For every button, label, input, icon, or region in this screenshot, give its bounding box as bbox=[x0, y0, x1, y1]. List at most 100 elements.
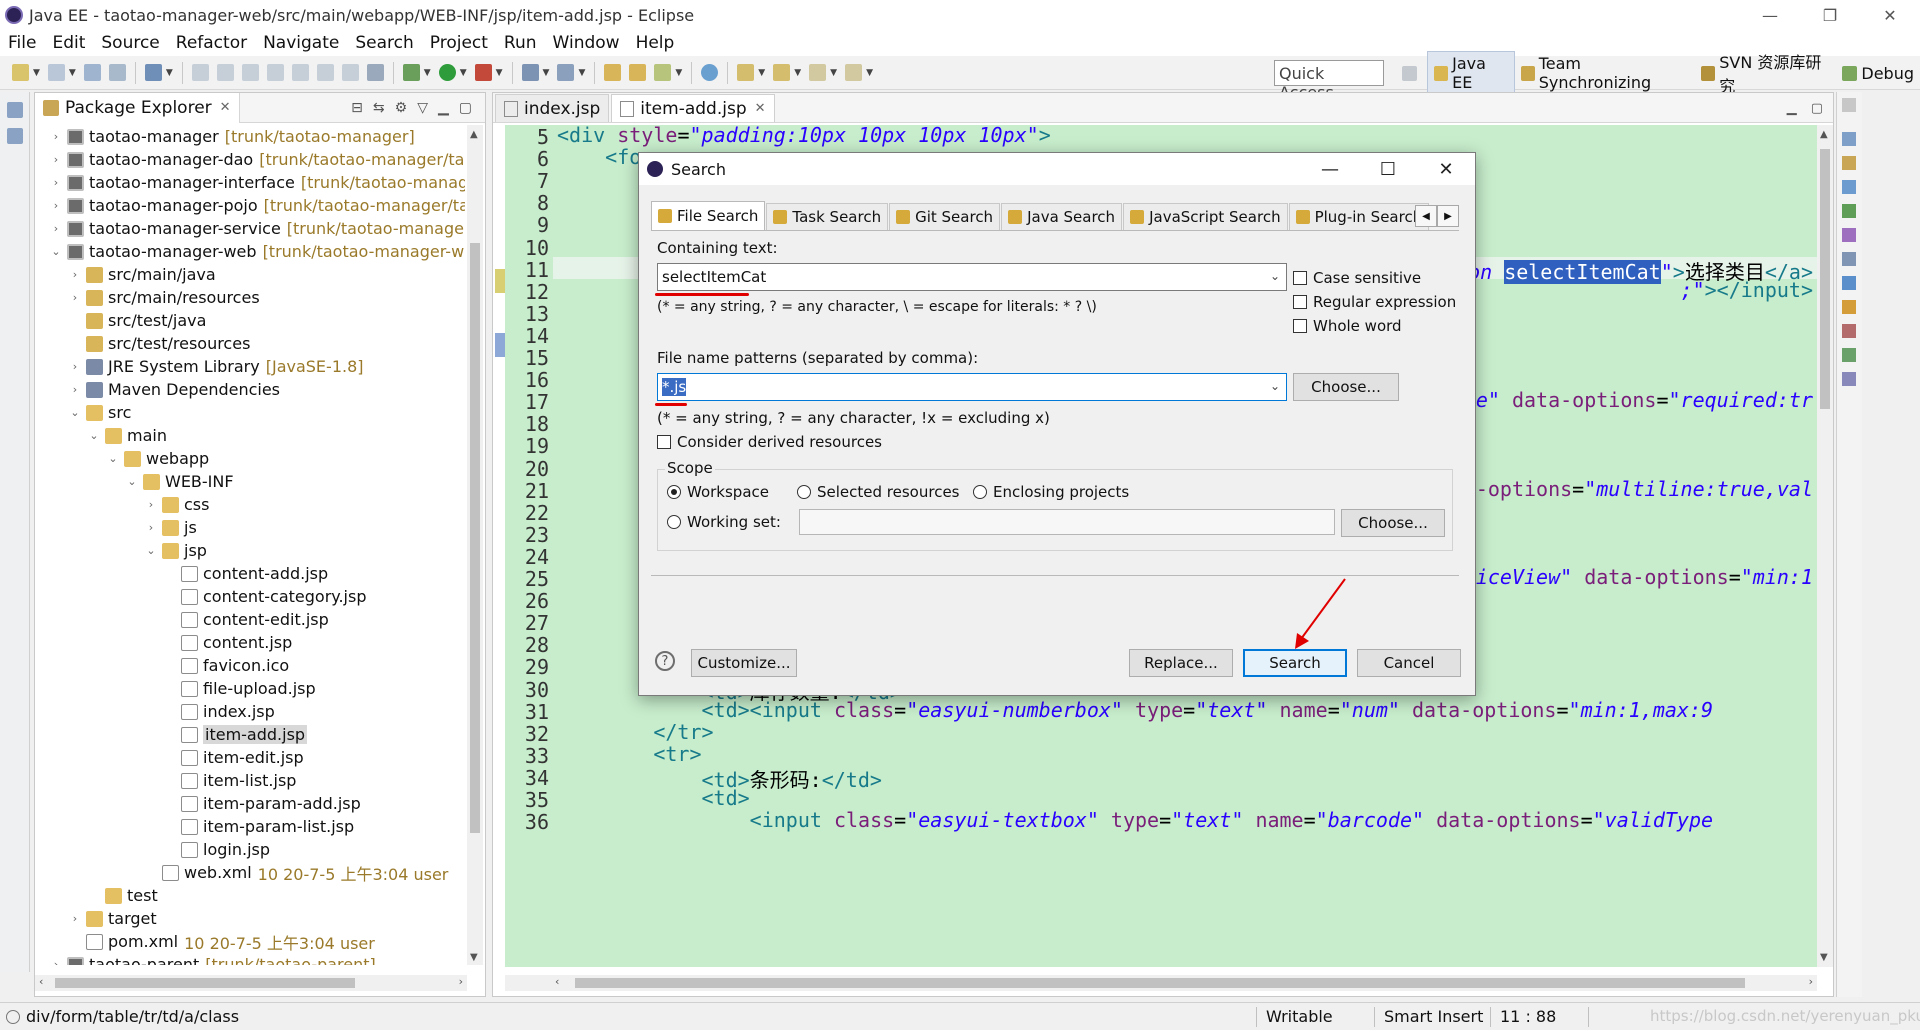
menu-search[interactable]: Search bbox=[347, 33, 421, 53]
task-list-icon[interactable] bbox=[1842, 132, 1856, 146]
regular-expression-checkbox[interactable]: Regular expression bbox=[1293, 293, 1456, 311]
help-icon[interactable]: ? bbox=[655, 651, 675, 671]
junit-icon[interactable] bbox=[1842, 348, 1856, 362]
scope-enclosing-projects-radio[interactable]: Enclosing projects bbox=[973, 483, 1129, 501]
expand-toggle-icon[interactable]: ⌄ bbox=[125, 475, 139, 488]
menu-file[interactable]: File bbox=[0, 33, 44, 53]
restore-icon[interactable] bbox=[7, 102, 23, 118]
tree-item[interactable]: ⌄ src bbox=[68, 401, 131, 424]
menu-source[interactable]: Source bbox=[93, 33, 167, 53]
snippets-icon[interactable] bbox=[1842, 252, 1856, 266]
disconnect-icon[interactable] bbox=[266, 64, 284, 81]
link-editor-icon[interactable]: ⇆ bbox=[373, 100, 385, 116]
menu-refactor[interactable]: Refactor bbox=[168, 33, 255, 53]
perspective-java-ee[interactable]: Java EE bbox=[1427, 51, 1515, 95]
maximize-button[interactable]: ❐ bbox=[1800, 0, 1860, 30]
new-icon[interactable] bbox=[12, 64, 29, 81]
expand-toggle-icon[interactable]: ⌄ bbox=[68, 406, 82, 419]
expand-toggle-icon[interactable]: › bbox=[49, 153, 63, 166]
terminal-icon[interactable] bbox=[144, 64, 162, 81]
status-insert-mode[interactable]: Smart Insert bbox=[1384, 1007, 1483, 1026]
expand-toggle-icon[interactable]: ⌄ bbox=[87, 429, 101, 442]
tree-item[interactable]: ⌄ main bbox=[87, 424, 167, 447]
tree-item[interactable]: login.jsp bbox=[163, 838, 270, 861]
perspective-debug[interactable]: Debug bbox=[1836, 62, 1920, 85]
tree-horizontal-scrollbar[interactable]: ‹ › bbox=[35, 975, 467, 991]
outline-view-icon[interactable] bbox=[1842, 156, 1856, 170]
scroll-right-icon[interactable]: › bbox=[1809, 975, 1813, 988]
tree-item[interactable]: file-upload.jsp bbox=[163, 677, 316, 700]
whole-word-checkbox[interactable]: Whole word bbox=[1293, 317, 1402, 335]
tab-java-search[interactable]: Java Search bbox=[1001, 203, 1123, 230]
tree-scroll-thumb[interactable] bbox=[470, 243, 480, 833]
menu-project[interactable]: Project bbox=[422, 33, 496, 53]
menu-run[interactable]: Run bbox=[496, 33, 545, 53]
close-view-icon[interactable]: ✕ bbox=[220, 100, 231, 115]
minimize-button[interactable]: — bbox=[1740, 0, 1800, 30]
tree-item[interactable]: › js bbox=[144, 516, 197, 539]
expand-toggle-icon[interactable]: › bbox=[144, 498, 158, 511]
minimize-editor-icon[interactable]: ▁ bbox=[1787, 101, 1797, 116]
tree-item[interactable]: › css bbox=[144, 493, 210, 516]
tree-item[interactable]: › taotao-manager-pojo [trunk/taotao-manage… bbox=[49, 194, 465, 217]
tree-item[interactable]: ⌄ webapp bbox=[106, 447, 209, 470]
tree-item[interactable]: favicon.ico bbox=[163, 654, 289, 677]
expand-toggle-icon[interactable]: › bbox=[49, 199, 63, 212]
new-wizard-icon[interactable] bbox=[47, 64, 65, 81]
tree-item[interactable]: content.jsp bbox=[163, 631, 292, 654]
menu-navigate[interactable]: Navigate bbox=[255, 33, 347, 53]
save-icon[interactable] bbox=[83, 64, 101, 81]
expand-toggle-icon[interactable]: ⌄ bbox=[49, 245, 63, 258]
tree-item[interactable]: item-add.jsp bbox=[163, 723, 308, 746]
editor-horizontal-scrollbar[interactable]: ‹ › bbox=[505, 975, 1817, 991]
tree-item[interactable]: › target bbox=[68, 907, 157, 930]
file-name-patterns-input[interactable]: *.js ⌄ bbox=[657, 373, 1287, 401]
scroll-up-icon[interactable]: ▲ bbox=[1820, 129, 1828, 140]
tree-item[interactable]: src/test/resources bbox=[68, 332, 250, 355]
markers-icon[interactable] bbox=[1842, 180, 1856, 194]
tab-package-explorer[interactable]: Package Explorer ✕ bbox=[35, 92, 240, 123]
tab-scroll-left-icon[interactable]: ◀ bbox=[1415, 205, 1437, 227]
dialog-maximize-button[interactable]: ☐ bbox=[1359, 153, 1417, 185]
chevron-down-icon[interactable]: ⌄ bbox=[1270, 269, 1280, 283]
tree-item[interactable]: › taotao-manager-service [trunk/taotao-man… bbox=[49, 217, 465, 240]
expand-toggle-icon[interactable]: › bbox=[68, 291, 82, 304]
expand-toggle-icon[interactable]: ⌄ bbox=[144, 544, 158, 557]
search-button[interactable]: Search bbox=[1243, 649, 1347, 677]
external-tools-icon[interactable] bbox=[474, 64, 492, 81]
working-set-field[interactable] bbox=[799, 509, 1335, 535]
tree-item[interactable]: › taotao-manager-dao [trunk/taotao-manager… bbox=[49, 148, 465, 171]
suspend-icon[interactable] bbox=[216, 64, 234, 81]
expand-toggle-icon[interactable]: › bbox=[49, 222, 63, 235]
servers-icon[interactable] bbox=[1842, 204, 1856, 218]
editor-tab-index-jsp[interactable]: index.jsp bbox=[495, 94, 610, 122]
expand-toggle-icon[interactable]: › bbox=[68, 912, 82, 925]
editor-vertical-scrollbar[interactable]: ▲ ▼ bbox=[1817, 125, 1833, 967]
outline-icon[interactable] bbox=[7, 128, 23, 144]
dialog-close-button[interactable]: ✕ bbox=[1417, 153, 1475, 185]
console-icon[interactable] bbox=[1842, 276, 1856, 290]
debug-icon[interactable] bbox=[402, 64, 420, 81]
perspective-team-sync[interactable]: Team Synchronizing bbox=[1515, 52, 1696, 94]
tree-item[interactable]: ⌄ taotao-manager-web [trunk/taotao-manager… bbox=[49, 240, 465, 263]
minimize-view-icon[interactable]: ▁ bbox=[438, 100, 449, 116]
tab-git-search[interactable]: Git Search bbox=[889, 203, 1001, 230]
next-annotation-icon[interactable] bbox=[737, 64, 755, 81]
chevron-down-icon[interactable]: ⌄ bbox=[1270, 379, 1280, 393]
expand-toggle-icon[interactable]: › bbox=[68, 383, 82, 396]
tree-item[interactable]: test bbox=[87, 884, 158, 907]
editor-tab-item-add-jsp[interactable]: item-add.jsp ✕ bbox=[611, 94, 775, 122]
tree-item[interactable]: src/test/java bbox=[68, 309, 206, 332]
expand-toggle-icon[interactable]: › bbox=[49, 176, 63, 189]
scope-working-set-radio[interactable]: Working set: bbox=[667, 513, 781, 531]
filter-icon[interactable]: ⚙ bbox=[395, 100, 408, 116]
tree-vertical-scrollbar[interactable]: ▲ ▼ bbox=[467, 125, 483, 965]
expand-toggle-icon[interactable]: › bbox=[144, 521, 158, 534]
tree-item[interactable]: ⌄ jsp bbox=[144, 539, 207, 562]
step-over-icon[interactable] bbox=[316, 64, 334, 81]
close-tab-icon[interactable]: ✕ bbox=[755, 101, 766, 116]
tree-item[interactable]: › src/main/resources bbox=[68, 286, 260, 309]
open-perspective-button[interactable] bbox=[1396, 64, 1427, 83]
tree-item[interactable]: content-edit.jsp bbox=[163, 608, 329, 631]
scroll-right-icon[interactable]: › bbox=[459, 975, 463, 988]
